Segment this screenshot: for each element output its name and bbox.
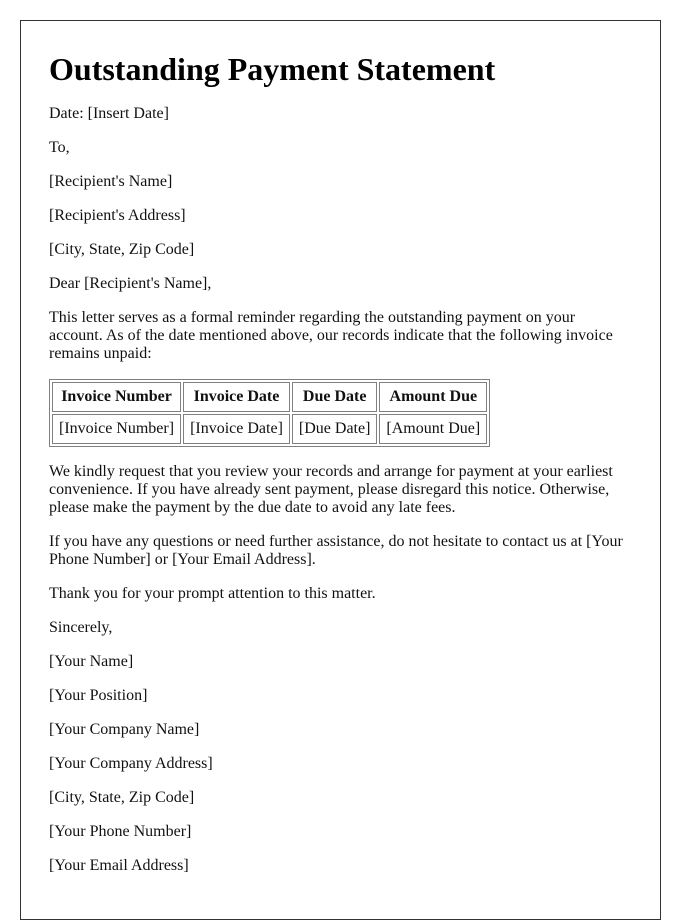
recipient-city-state-zip: [City, State, Zip Code]	[49, 241, 195, 258]
sender-name: [Your Name]	[49, 653, 134, 670]
date-line: Date: [Insert Date]	[49, 105, 169, 122]
table-row: [Invoice Number] [Invoice Date] [Due Dat…	[52, 414, 488, 444]
salutation-to: To,	[49, 139, 70, 156]
header-invoice-number: Invoice Number	[52, 382, 182, 412]
recipient-address: [Recipient's Address]	[49, 207, 186, 224]
intro-paragraph: This letter serves as a formal reminder …	[49, 309, 613, 362]
cell-invoice-date: [Invoice Date]	[183, 414, 290, 444]
sender-company-name: [Your Company Name]	[49, 721, 200, 738]
header-due-date: Due Date	[291, 382, 378, 412]
sender-email: [Your Email Address]	[49, 857, 189, 874]
cell-due-date: [Due Date]	[291, 414, 378, 444]
invoice-table: Invoice Number Invoice Date Due Date Amo…	[49, 379, 491, 447]
thanks-paragraph: Thank you for your prompt attention to t…	[49, 585, 376, 602]
request-paragraph: We kindly request that you review your r…	[49, 463, 613, 516]
header-invoice-date: Invoice Date	[183, 382, 290, 412]
cell-amount-due: [Amount Due]	[379, 414, 488, 444]
sender-city-state-zip: [City, State, Zip Code]	[49, 789, 195, 806]
table-header-row: Invoice Number Invoice Date Due Date Amo…	[52, 382, 488, 412]
sender-phone: [Your Phone Number]	[49, 823, 192, 840]
contact-paragraph: If you have any questions or need furthe…	[49, 533, 623, 568]
sender-company-address: [Your Company Address]	[49, 755, 213, 772]
sender-position: [Your Position]	[49, 687, 148, 704]
recipient-name: [Recipient's Name]	[49, 173, 173, 190]
page-title: Outstanding Payment Statement	[49, 51, 496, 87]
letter-page: Outstanding Payment Statement Date: [Ins…	[20, 20, 661, 920]
closing: Sincerely,	[49, 619, 113, 636]
header-amount-due: Amount Due	[379, 382, 488, 412]
greeting: Dear [Recipient's Name],	[49, 275, 212, 292]
cell-invoice-number: [Invoice Number]	[52, 414, 182, 444]
